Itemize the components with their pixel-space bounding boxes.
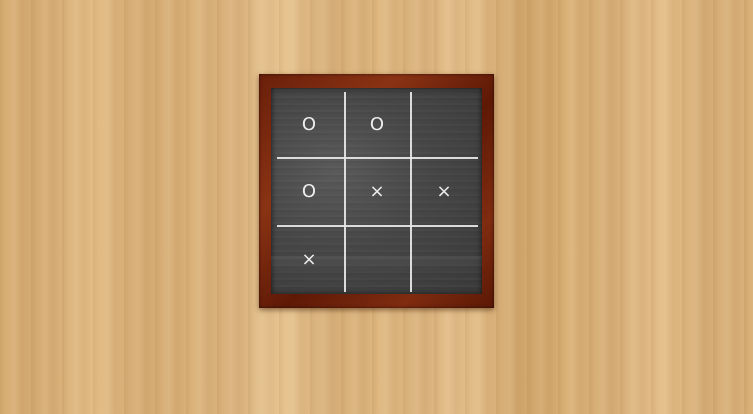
board-cell-r1-c3[interactable] [411, 92, 477, 158]
board-cell-r1-c2[interactable]: O [344, 92, 410, 158]
board-cell-r1-c1[interactable]: O [276, 92, 342, 158]
board-cell-r2-c2[interactable]: × [344, 159, 410, 225]
board-cell-r3-c2[interactable] [344, 227, 410, 293]
board-cell-r2-c1[interactable]: O [276, 159, 342, 225]
chalkboard: O O O × × × [271, 88, 482, 294]
board-cell-r2-c3[interactable]: × [411, 159, 477, 225]
board-frame: O O O × × × [259, 74, 494, 308]
board-cell-r3-c1[interactable]: × [276, 227, 342, 293]
board-cell-r3-c3[interactable] [411, 227, 477, 293]
